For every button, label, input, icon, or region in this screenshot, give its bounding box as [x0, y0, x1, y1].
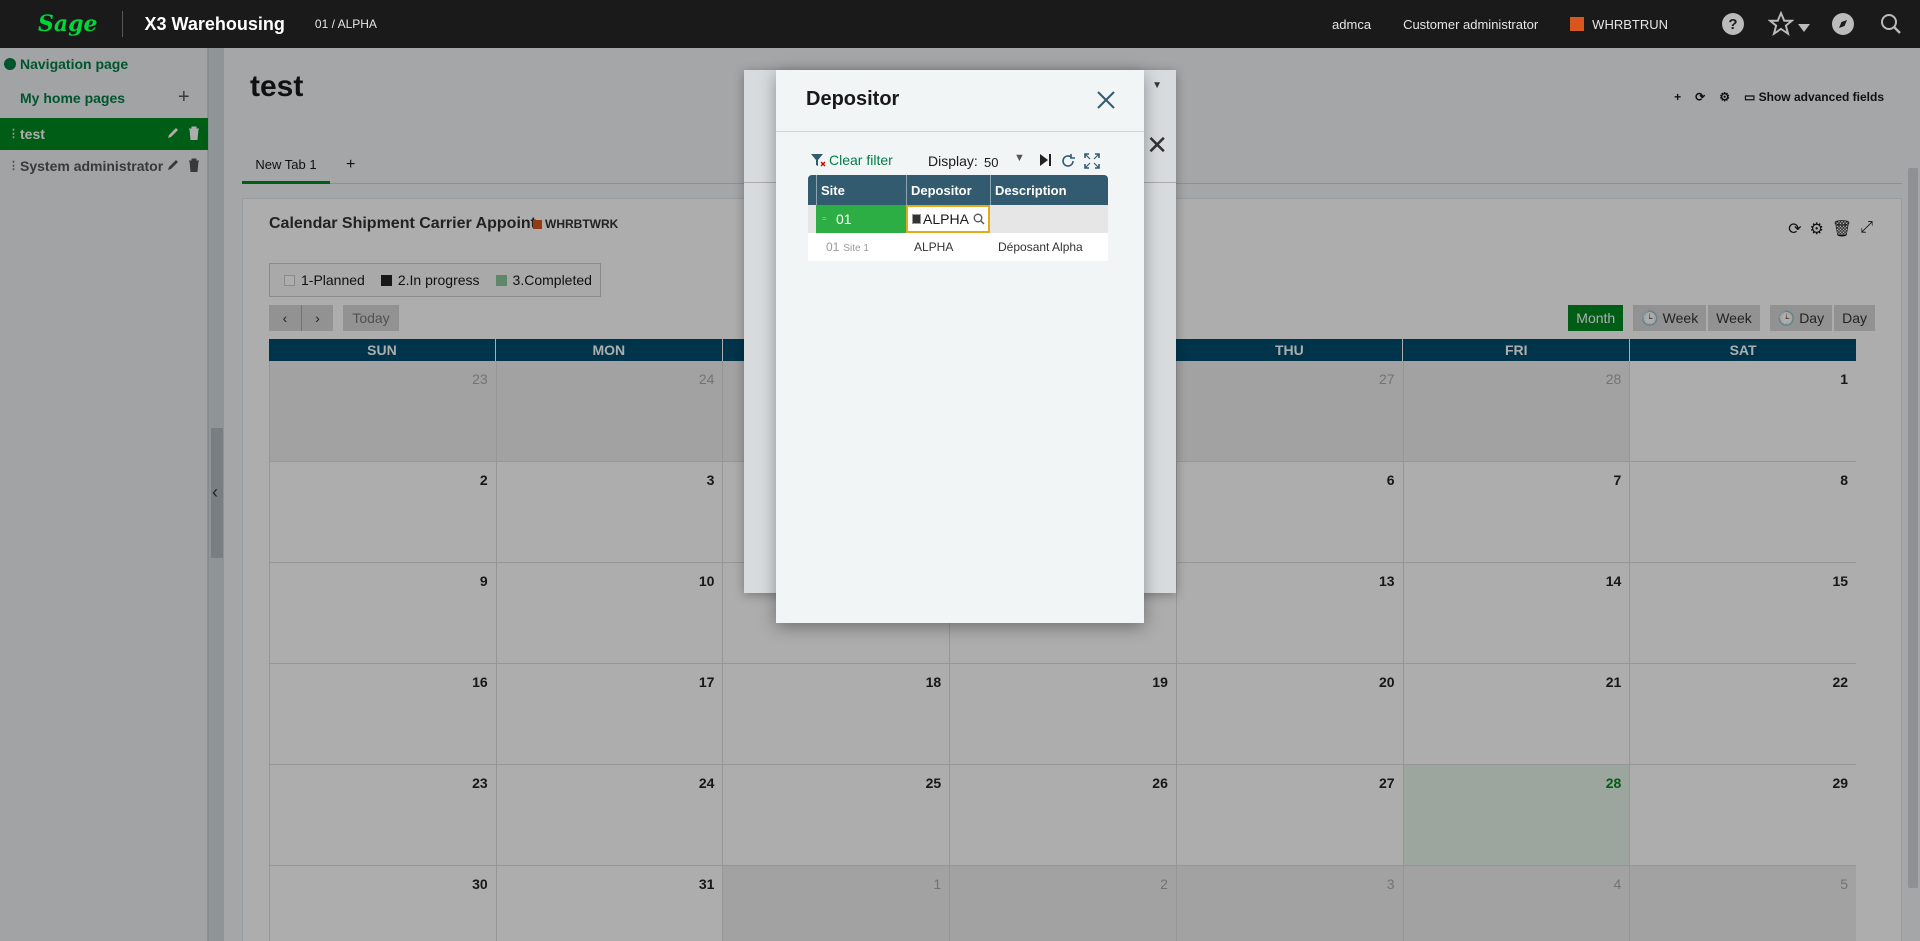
column-header-depositor[interactable]: Depositor [906, 175, 990, 205]
fullscreen-icon[interactable] [1084, 153, 1100, 172]
search-icon[interactable] [1876, 9, 1906, 39]
description-filter-field[interactable] [990, 205, 1108, 233]
user-role[interactable]: Customer administrator [1403, 17, 1538, 32]
barcode-icon [912, 214, 921, 224]
equals-icon: = [822, 214, 827, 223]
last-page-icon[interactable] [1038, 153, 1052, 170]
close-icon[interactable] [1094, 88, 1120, 114]
help-icon[interactable]: ? [1718, 9, 1748, 39]
site-description: Site 1 [843, 243, 869, 254]
dialog-title: Depositor [806, 88, 900, 110]
row-selector-header [808, 175, 816, 205]
sage-logo[interactable]: Sage [38, 11, 98, 37]
star-icon[interactable] [1766, 9, 1796, 39]
search-icon[interactable] [973, 213, 985, 225]
chevron-down-icon[interactable]: ▼ [1152, 80, 1162, 91]
display-count-select[interactable]: 50 [984, 155, 998, 170]
filter-toolbar: Clear filter Display: 50 ▼ [810, 152, 1110, 172]
app-title: X3 Warehousing [144, 13, 285, 34]
depositor-grid: Site Depositor Description = 01 ALPHA 01 S… [808, 175, 1108, 261]
depositor-dialog: Depositor Clear filter Display: 50 ▼ Sit… [776, 70, 1144, 623]
folder-icon [1570, 16, 1585, 31]
top-bar: Sage X3 Warehousing 01 / ALPHA admca Cus… [0, 0, 1920, 48]
filter-icon [811, 154, 826, 167]
folder-selector[interactable]: WHRBTRUN [1570, 16, 1668, 32]
display-label: Display: [928, 153, 978, 169]
chevron-down-icon[interactable]: ▼ [1014, 152, 1025, 164]
user-name[interactable]: admca [1332, 17, 1371, 32]
column-header-site[interactable]: Site [816, 175, 906, 205]
grid-filter-row: = 01 ALPHA [808, 205, 1108, 233]
divider [121, 11, 123, 37]
clear-filter-label: Clear filter [829, 152, 893, 168]
site-code: 01 [826, 240, 840, 254]
refresh-icon[interactable] [1060, 153, 1076, 172]
description-cell: Déposant Alpha [998, 240, 1083, 254]
depositor-filter-input[interactable]: ALPHA [906, 205, 990, 233]
clear-filter-button[interactable]: Clear filter [810, 152, 893, 168]
chevron-down-icon[interactable] [1798, 20, 1810, 35]
column-header-description[interactable]: Description [990, 175, 1108, 205]
top-right-area: admca Customer administrator WHRBTRUN ? [1332, 0, 1920, 48]
site-filter-value: 01 [836, 211, 852, 227]
table-row[interactable]: 01 Site 1 ALPHA Déposant Alpha [808, 233, 1108, 261]
folder-name: WHRBTRUN [1592, 16, 1668, 32]
site-cell: 01 Site 1 [808, 240, 906, 254]
site-filter-field[interactable]: = 01 [816, 205, 906, 233]
depositor-cell: ALPHA [914, 240, 954, 254]
compass-icon[interactable] [1828, 9, 1858, 39]
grid-header: Site Depositor Description [808, 175, 1108, 205]
depositor-filter-value: ALPHA [923, 211, 969, 227]
close-icon[interactable]: ✕ [1146, 130, 1168, 161]
breadcrumb[interactable]: 01 / ALPHA [315, 17, 377, 31]
dialog-header: Depositor [776, 70, 1144, 132]
